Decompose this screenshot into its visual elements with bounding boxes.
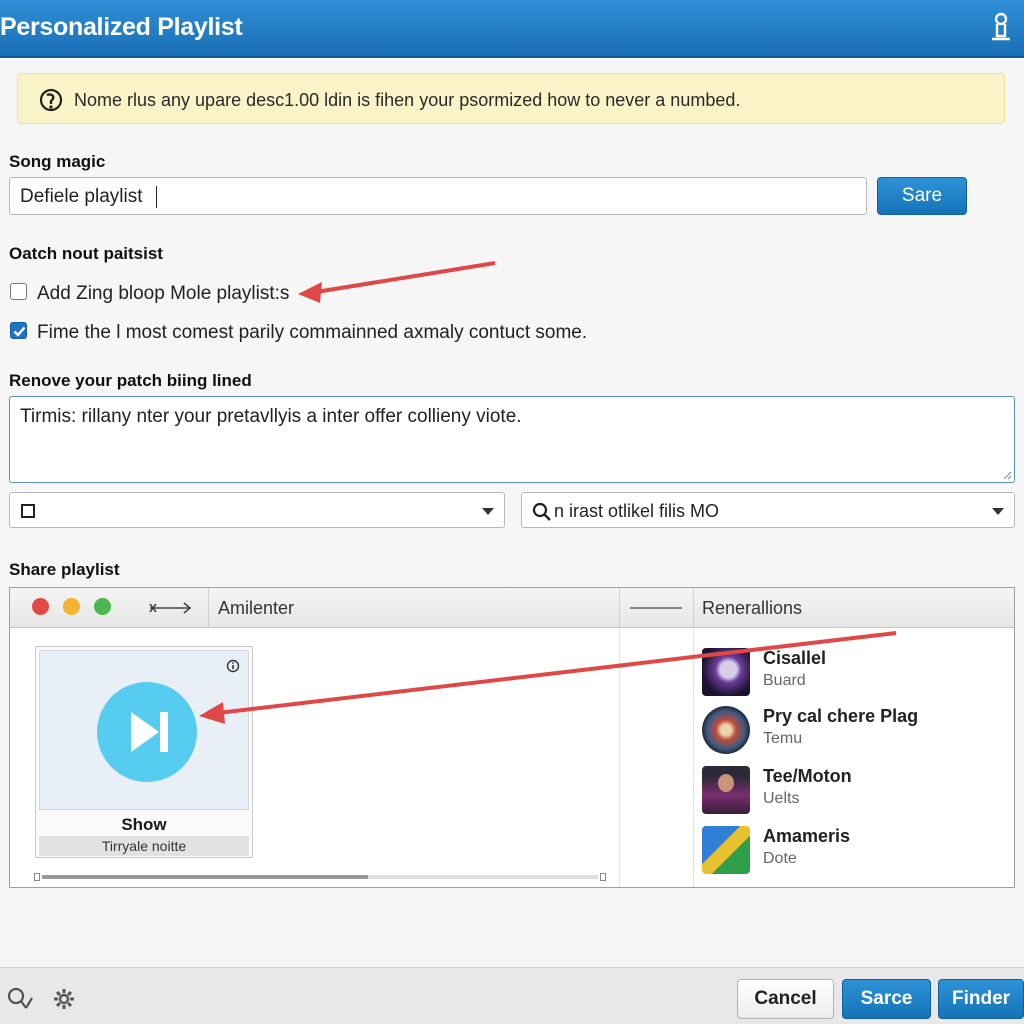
recommendation-subtitle: Dote bbox=[763, 850, 797, 867]
recommendation-title: Cisallel bbox=[763, 648, 827, 668]
album-art-thumbnail bbox=[702, 766, 750, 814]
playlist-artwork bbox=[39, 650, 249, 810]
checkmark-icon bbox=[13, 326, 26, 337]
album-art-thumbnail bbox=[702, 706, 750, 754]
column-divider bbox=[619, 628, 620, 887]
recommendation-title: Tee/Moton bbox=[763, 766, 852, 786]
search-icon bbox=[532, 502, 551, 521]
search-select-value: n irast otlikel filis MO bbox=[554, 501, 720, 521]
info-icon bbox=[39, 88, 63, 112]
header-col-renerallions: Renerallions bbox=[702, 598, 803, 618]
header-col-amilenter: Amilenter bbox=[218, 598, 295, 618]
header-divider bbox=[619, 588, 620, 628]
dash-icon bbox=[630, 607, 682, 609]
playlist-card[interactable]: Show Tirryale noitte bbox=[35, 646, 253, 858]
square-icon bbox=[21, 504, 35, 518]
recommendation-item[interactable]: Amameris Dote bbox=[702, 826, 1002, 878]
header-divider bbox=[693, 588, 694, 628]
option-checkbox-1[interactable] bbox=[10, 283, 27, 300]
horizontal-scrollbar[interactable] bbox=[34, 873, 606, 881]
share-panel: Amilenter Renerallions Show Tirryale noi… bbox=[9, 587, 1015, 888]
scroll-left-icon[interactable] bbox=[34, 873, 40, 881]
search-settings-icon[interactable] bbox=[6, 986, 34, 1012]
album-art-thumbnail bbox=[702, 826, 750, 874]
album-art-thumbnail bbox=[702, 648, 750, 696]
sarce-button[interactable]: Sarce bbox=[842, 979, 931, 1019]
footer-bar: Cancel Sarce Finder bbox=[0, 967, 1024, 1024]
option-label-2: Fime the l most comest parily commainned… bbox=[37, 322, 588, 343]
remove-label: Renove your patch biing lined bbox=[9, 371, 252, 390]
option-label-1: Add Zing bloop Mole playlist:s bbox=[37, 283, 290, 304]
recommendation-item[interactable]: Pry cal chere Plag Temu bbox=[702, 706, 1002, 758]
column-divider bbox=[693, 628, 694, 887]
scroll-thumb[interactable] bbox=[42, 875, 368, 879]
search-select[interactable]: n irast otlikel filis MO bbox=[521, 492, 1015, 528]
option-checkbox-2[interactable] bbox=[10, 322, 27, 339]
cancel-button[interactable]: Cancel bbox=[737, 979, 834, 1019]
play-next-icon bbox=[131, 712, 168, 752]
card-subtitle: Tirryale noitte bbox=[39, 836, 249, 856]
recommendation-item[interactable]: Tee/Moton Uelts bbox=[702, 766, 1002, 818]
share-label: Share playlist bbox=[9, 560, 120, 579]
info-small-icon[interactable] bbox=[226, 659, 240, 673]
notice-text: Nome rlus any upare desc1.00 ldin is fih… bbox=[74, 90, 741, 110]
recommendation-item[interactable]: Cisallel Buard bbox=[702, 648, 1002, 700]
recommendation-title: Amameris bbox=[763, 826, 851, 846]
window-title: Personalized Playlist bbox=[0, 13, 243, 41]
chevron-down-icon bbox=[482, 508, 494, 515]
recommendation-subtitle: Buard bbox=[763, 672, 806, 689]
header-divider bbox=[208, 588, 209, 628]
annotation-arrowhead bbox=[298, 282, 322, 303]
annotation-arrow bbox=[315, 261, 496, 294]
card-title: Show bbox=[121, 815, 167, 834]
title-bar: Personalized Playlist bbox=[0, 0, 1024, 58]
text-cursor bbox=[156, 186, 157, 208]
arrow-right-icon[interactable] bbox=[148, 601, 194, 615]
recommendation-title: Pry cal chere Plag bbox=[763, 706, 919, 726]
remove-textarea[interactable]: Tirmis: rillany nter your pretavllyis a … bbox=[9, 396, 1015, 483]
playlist-name-input[interactable]: Defiele playlist bbox=[9, 177, 867, 215]
notice-banner: Nome rlus any upare desc1.00 ldin is fih… bbox=[17, 73, 1005, 124]
user-icon[interactable] bbox=[986, 12, 1016, 44]
options-label: Oatch nout paitsist bbox=[9, 244, 163, 263]
share-panel-header: Amilenter Renerallions bbox=[10, 588, 1014, 628]
chevron-down-icon bbox=[992, 508, 1004, 515]
close-dot-icon[interactable] bbox=[32, 598, 49, 615]
minimize-dot-icon[interactable] bbox=[63, 598, 80, 615]
gear-icon[interactable] bbox=[52, 987, 76, 1011]
song-magic-label: Song magic bbox=[9, 152, 106, 171]
finder-button[interactable]: Finder bbox=[938, 979, 1024, 1019]
maximize-dot-icon[interactable] bbox=[94, 598, 111, 615]
recommendation-subtitle: Uelts bbox=[763, 790, 800, 807]
recommendation-subtitle: Temu bbox=[763, 730, 803, 747]
scroll-right-icon[interactable] bbox=[600, 873, 606, 881]
resize-handle-icon[interactable] bbox=[1002, 470, 1012, 480]
playlist-name-value: Defiele playlist bbox=[20, 186, 143, 207]
play-button[interactable] bbox=[97, 682, 197, 782]
remove-textarea-value: Tirmis: rillany nter your pretavllyis a … bbox=[20, 406, 522, 427]
face-shape bbox=[718, 774, 734, 792]
left-select[interactable] bbox=[9, 492, 505, 528]
save-button[interactable]: Sare bbox=[877, 177, 967, 215]
